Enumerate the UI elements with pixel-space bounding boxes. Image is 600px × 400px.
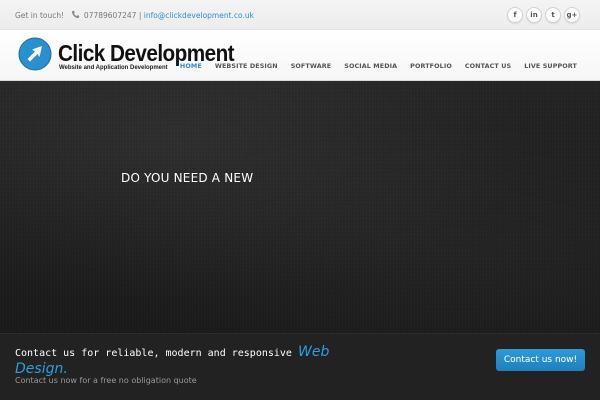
- nav-item-home[interactable]: HOME: [180, 62, 202, 70]
- facebook-icon[interactable]: f: [507, 7, 523, 23]
- nav-item-social-media[interactable]: SOCIAL MEDIA: [344, 62, 397, 70]
- get-in-touch-label: Get in touch!: [15, 11, 65, 20]
- contact-us-now-button[interactable]: Contact us now!: [496, 349, 585, 371]
- logo-subtitle: Website and Application Development: [59, 65, 168, 71]
- twitter-icon[interactable]: t: [545, 7, 561, 23]
- cta-headline: Contact us for reliable, modern and resp…: [15, 344, 345, 378]
- cta-subtext: Contact us now for a free no obligation …: [15, 376, 197, 385]
- main-nav: HOME WEBSITE DESIGN SOFTWARE SOCIAL MEDI…: [180, 62, 577, 70]
- email-link[interactable]: info@clickdevelopment.co.uk: [144, 11, 254, 20]
- phone-icon: [71, 10, 79, 19]
- cursor-arrow-icon[interactable]: [18, 37, 52, 71]
- google-plus-icon[interactable]: g+: [564, 7, 580, 23]
- nav-item-live-support[interactable]: LIVE SUPPORT: [524, 62, 577, 70]
- social-links: f in t g+: [507, 7, 580, 23]
- nav-item-contact-us[interactable]: CONTACT US: [465, 62, 511, 70]
- cta-main-text: Contact us for reliable, modern and resp…: [15, 348, 292, 359]
- contact-separator: |: [138, 11, 142, 20]
- hero-headline: DO YOU NEED A NEW: [121, 171, 254, 185]
- hero-banner: DO YOU NEED A NEW: [0, 81, 600, 333]
- phone-number: 07789607247: [83, 11, 137, 20]
- hero-texture: [0, 81, 600, 333]
- linkedin-icon[interactable]: in: [526, 7, 542, 23]
- site-header: Click Development Website and Applicatio…: [0, 30, 600, 81]
- contact-info: Get in touch! 07789607247 | info@clickde…: [15, 10, 254, 20]
- nav-item-portfolio[interactable]: PORTFOLIO: [410, 62, 452, 70]
- nav-item-website-design[interactable]: WEBSITE DESIGN: [215, 62, 278, 70]
- nav-item-software[interactable]: SOFTWARE: [291, 62, 332, 70]
- top-bar: Get in touch! 07789607247 | info@clickde…: [0, 0, 600, 30]
